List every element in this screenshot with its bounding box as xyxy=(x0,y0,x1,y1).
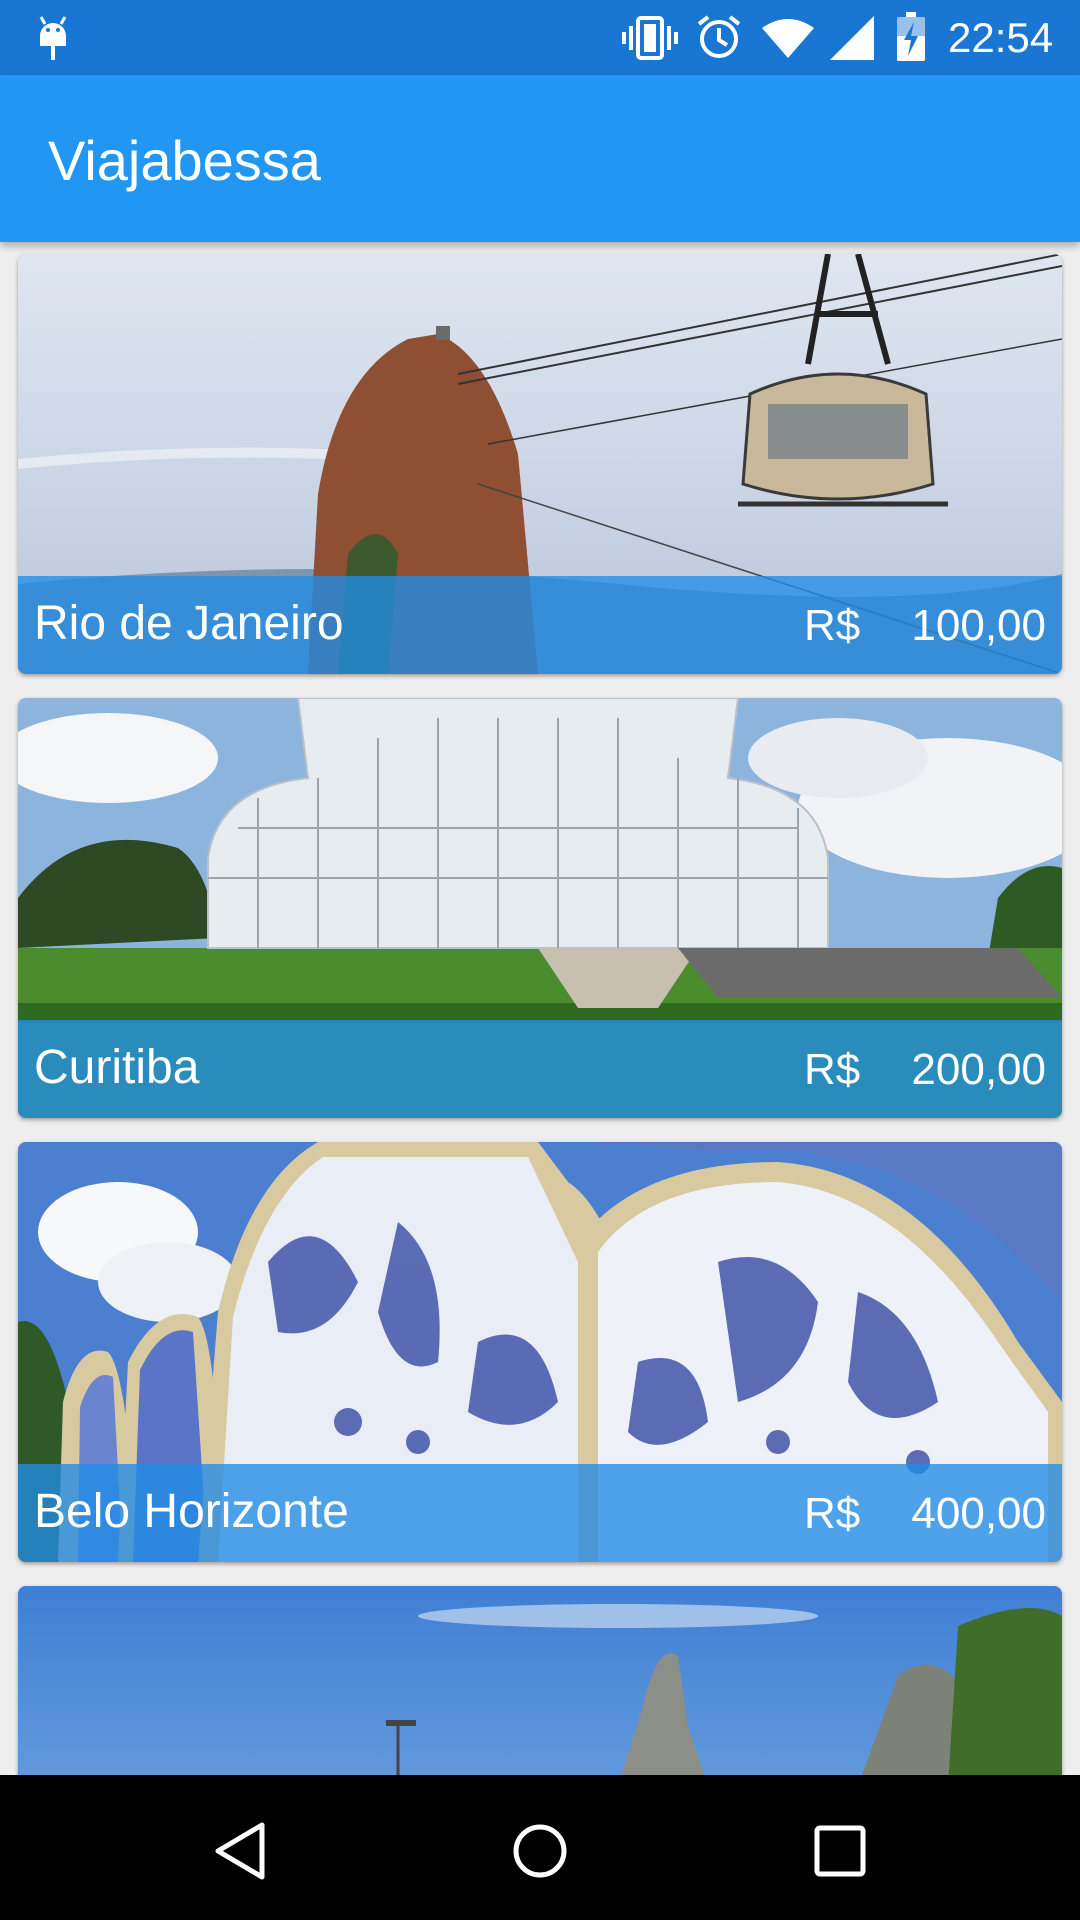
destination-price: 400,00 xyxy=(911,1489,1046,1538)
vibrate-icon xyxy=(622,16,678,60)
status-clock: 22:54 xyxy=(948,14,1054,61)
destination-caption: Belo Horizonte R$ 400,00 xyxy=(18,1464,1062,1562)
destination-city: Curitiba xyxy=(34,1041,200,1094)
destination-list[interactable]: Rio de Janeiro R$ 100,00 Curitiba R$ 200… xyxy=(0,242,1080,1775)
app-bar: Viajabessa xyxy=(0,75,1080,242)
destination-card-belo-horizonte[interactable]: Belo Horizonte R$ 400,00 xyxy=(18,1142,1062,1562)
price-currency: R$ xyxy=(804,601,861,650)
destination-city: Rio de Janeiro xyxy=(34,597,344,650)
recents-icon[interactable] xyxy=(800,1811,880,1891)
app-title: Viajabessa xyxy=(48,129,321,192)
home-icon[interactable] xyxy=(500,1811,580,1891)
price-currency: R$ xyxy=(804,1045,861,1094)
destination-card-rio[interactable]: Rio de Janeiro R$ 100,00 xyxy=(18,254,1062,674)
mountain-peaks-photo xyxy=(18,1586,1062,1775)
alarm-icon xyxy=(697,15,741,58)
destination-city: Belo Horizonte xyxy=(34,1485,349,1538)
back-icon[interactable] xyxy=(200,1811,280,1891)
destination-price: 200,00 xyxy=(911,1045,1046,1094)
price-currency: R$ xyxy=(804,1489,861,1538)
cell-signal-icon xyxy=(830,16,874,60)
status-bar: 22:54 xyxy=(0,0,1080,75)
android-debug-icon xyxy=(39,16,67,60)
destination-price: 100,00 xyxy=(911,601,1046,650)
battery-charging-icon xyxy=(897,12,925,61)
destination-card-curitiba[interactable]: Curitiba R$ 200,00 xyxy=(18,698,1062,1118)
navigation-bar xyxy=(0,1775,1080,1920)
destination-card-4[interactable] xyxy=(18,1586,1062,1775)
destination-caption: Curitiba R$ 200,00 xyxy=(18,1020,1062,1118)
destination-caption: Rio de Janeiro R$ 100,00 xyxy=(18,576,1062,674)
wifi-icon xyxy=(762,19,814,58)
